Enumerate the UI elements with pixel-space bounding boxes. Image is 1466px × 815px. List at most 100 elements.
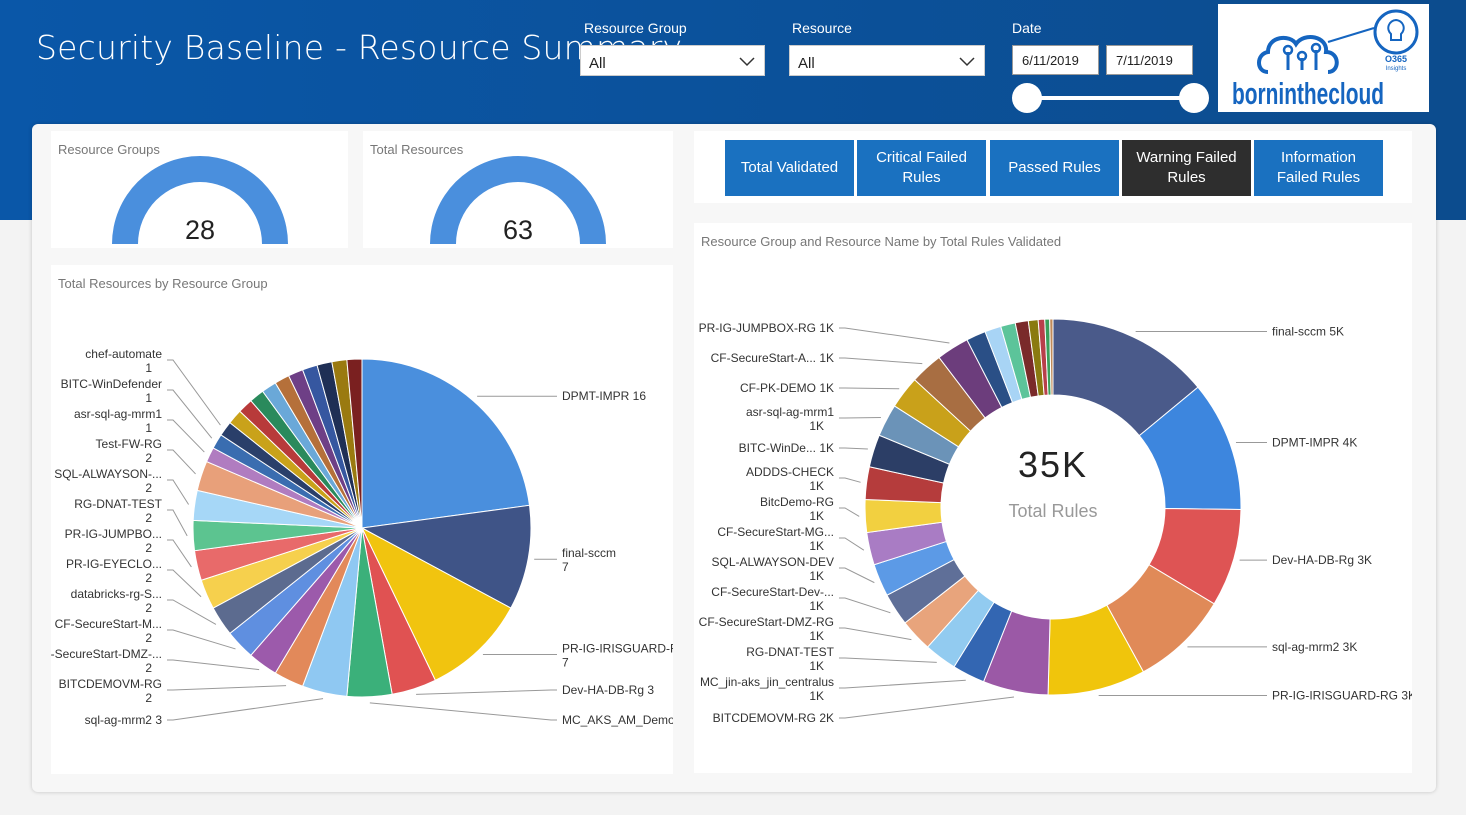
date-range-slider[interactable] (1026, 96, 1194, 100)
pie-label-dev-ha-db-rg: Dev-HA-DB-Rg 3 (562, 683, 654, 697)
slider-end-handle[interactable] (1179, 83, 1209, 113)
pie-leader-test-fw-rg (167, 449, 196, 475)
pie-label-rg-dnat-test: RG-DNAT-TEST 2 (74, 497, 162, 525)
donut-leader-bitcdemo-rg (839, 507, 860, 517)
donut-label-dev-ha-db-rg: Dev-HA-DB-Rg 3K (1272, 553, 1372, 567)
pie-leader-sql-ag-mrm2 (167, 698, 324, 721)
pie-label-test-fw-rg: Test-FW-RG 2 (96, 437, 162, 465)
donut-leader-cf-securestart-dmz-rg (839, 627, 912, 641)
pie-leader-asr-sql-ag-mrm1 (167, 419, 205, 453)
rules-validated-card: Resource Group and Resource Name by Tota… (694, 223, 1412, 773)
logo-badge-sub: Insights (1386, 66, 1407, 72)
pie-leader-cf-securestart-m (167, 629, 236, 650)
resource-group-value: All (589, 55, 606, 72)
date-end-input[interactable]: 7/11/2019 (1106, 45, 1193, 75)
donut-leader-asr-sql-ag-mrm1 (839, 416, 881, 419)
donut-leader-addds-check (839, 477, 861, 483)
donut-label-dpmt-impr: DPMT-IMPR 4K (1272, 436, 1357, 450)
warning-failed-rules-button[interactable]: Warning Failed Rules (1122, 140, 1251, 196)
donut-leader-cf-securestart-mg (839, 537, 865, 551)
donut-label-cf-securestart-a: CF-SecureStart-A... 1K (711, 351, 834, 365)
chevron-down-icon (739, 57, 755, 67)
brand-logo: O365 Insights borninthecloud (1218, 4, 1429, 112)
donut-leader-pr-ig-jumpbox-rg (839, 327, 950, 344)
information-failed-rules-button[interactable]: Information Failed Rules (1254, 140, 1383, 196)
total-resources-gauge: 63 (430, 156, 606, 245)
pie-leader-dev-ha-db-rg (416, 689, 557, 695)
donut-label-bitcdemovm-rg: BITCDEMOVM-RG 2K (713, 711, 834, 725)
donut-leader-rg-dnat-test (839, 657, 937, 663)
pie-leader-sql-alwayson (167, 479, 190, 505)
donut-leader-bitc-winde (839, 447, 868, 450)
critical-failed-rules-button[interactable]: Critical Failed Rules (857, 140, 986, 196)
pie-label-sql-alwayson: SQL-ALWAYSON-... 2 (54, 467, 162, 495)
pie-label-pr-ig-irisguard-rg: PR-IG-IRISGUARD-RG7 (562, 641, 673, 669)
resource-label: Resource (792, 20, 852, 36)
resource-group-label: Resource Group (584, 20, 687, 36)
logo-badge: O365 (1385, 54, 1407, 64)
donut-label-rg-dnat-test: RG-DNAT-TEST 1K (746, 645, 834, 673)
donut-label-sql-ag-mrm2: sql-ag-mrm2 3K (1272, 640, 1357, 654)
pie-leader-pr-ig-jumpbo (167, 539, 192, 568)
pie-label-pr-ig-jumpbo: PR-IG-JUMPBO... 2 (65, 527, 162, 555)
donut-label-bitcdemo-rg: BitcDemo-RG 1K (760, 495, 834, 523)
resources-by-group-card: Total Resources by Resource Group DPMT-I… (51, 265, 673, 774)
donut-leader-sql-alwayson-dev (839, 567, 875, 584)
pie-leader-pr-ig-eyeclo (167, 569, 202, 598)
donut-label-cf-pk-demo: CF-PK-DEMO 1K (740, 381, 834, 395)
donut-label-final-sccm: final-sccm 5K (1272, 324, 1344, 338)
resource-groups-value: 28 (185, 215, 215, 245)
pie-label-bitcdemovm-rg: BITCDEMOVM-RG 2 (59, 677, 162, 705)
date-start-input[interactable]: 6/11/2019 (1012, 45, 1099, 75)
pie-label-final-sccm: final-sccm 7 (562, 546, 616, 574)
chevron-down-icon (959, 57, 975, 67)
pie-label-cf-securestart-dmz: CF-SecureStart-DMZ-...2 (51, 647, 162, 675)
donut-label-cf-securestart-mg: CF-SecureStart-MG... 1K (717, 525, 834, 553)
donut-label-sql-alwayson-dev: SQL-ALWAYSON-DEV 1K (712, 555, 834, 583)
total-validated-button[interactable]: Total Validated (725, 140, 854, 196)
donut-label-mc-jin-aks-jin-centralus: MC_jin-aks_jin_centralus 1K (700, 675, 834, 703)
pie-label-dpmt-impr: DPMT-IMPR 16 (562, 389, 646, 403)
pie-leader-bitcdemovm-rg (167, 685, 287, 691)
pie-label-chef-automate: chef-automate 1 (85, 347, 162, 375)
pie-leader-cf-securestart-dmz (167, 659, 260, 671)
donut-leader-cf-securestart-dev (839, 597, 891, 614)
pie-label-mc-aks-am-demo-a: MC_AKS_AM_Demo_a... 3 (562, 713, 673, 727)
total-resources-value: 63 (503, 215, 533, 245)
donut-label-asr-sql-ag-mrm1: asr-sql-ag-mrm1 1K (746, 405, 834, 433)
date-label: Date (1012, 20, 1042, 36)
rules-validated-donut-chart: final-sccm 5K DPMT-IMPR 4K Dev-HA-DB-Rg 3K… (699, 318, 1412, 725)
donut-label-pr-ig-irisguard-rg: PR-IG-IRISGUARD-RG 3K (1272, 689, 1412, 703)
donut-leader-cf-securestart-a (839, 357, 923, 365)
resource-groups-gauge: 28 (112, 156, 288, 245)
slider-start-handle[interactable] (1012, 83, 1042, 113)
resource-dropdown[interactable]: All (789, 45, 985, 76)
pie-label-databricks-rg-s: databricks-rg-S... 2 (71, 587, 162, 615)
donut-leader-bitcdemovm-rg (839, 696, 1015, 719)
donut-label-cf-securestart-dev: CF-SecureStart-Dev-... 1K (711, 585, 834, 613)
pie-slice-dpmt-impr[interactable] (361, 358, 531, 529)
pie-leader-mc-aks-am-demo-a (369, 702, 557, 721)
donut-label-addds-check: ADDDS-CHECK 1K (746, 465, 834, 493)
donut-center-label: Total Rules (1008, 501, 1097, 521)
total-resources-card: Total Resources 63 (363, 131, 673, 248)
pie-leader-databricks-rg-s (167, 599, 217, 625)
resource-value: All (798, 55, 815, 72)
pie-label-cf-securestart-m: CF-SecureStart-M... 2 (55, 617, 162, 645)
logo-text: borninthecloud (1232, 76, 1384, 111)
donut-label-cf-securestart-dmz-rg: CF-SecureStart-DMZ-RG 1K (699, 615, 834, 643)
pie-label-asr-sql-ag-mrm1: asr-sql-ag-mrm1 1 (74, 407, 162, 435)
donut-leader-mc-jin-aks-jin-centralus (839, 679, 966, 689)
passed-rules-button[interactable]: Passed Rules (990, 140, 1119, 196)
pie-label-bitc-windefender: BITC-WinDefender 1 (61, 377, 162, 405)
donut-center-value: 35K (1018, 444, 1088, 485)
pie-label-pr-ig-eyeclo: PR-IG-EYECLO... 2 (66, 557, 162, 585)
donut-label-bitc-winde: BITC-WinDe... 1K (739, 441, 834, 455)
donut-label-pr-ig-jumpbox-rg: PR-IG-JUMPBOX-RG 1K (699, 321, 834, 335)
resources-by-group-pie-chart: DPMT-IMPR 16 final-sccm7 PR-IG-IRISGUARD-R… (51, 347, 673, 727)
pie-leader-bitc-windefender (167, 389, 213, 439)
resource-group-dropdown[interactable]: All (580, 45, 765, 76)
resource-groups-card: Resource Groups 28 (51, 131, 348, 248)
pie-label-sql-ag-mrm2: sql-ag-mrm2 3 (85, 713, 163, 727)
donut-leader-cf-pk-demo (839, 387, 900, 390)
